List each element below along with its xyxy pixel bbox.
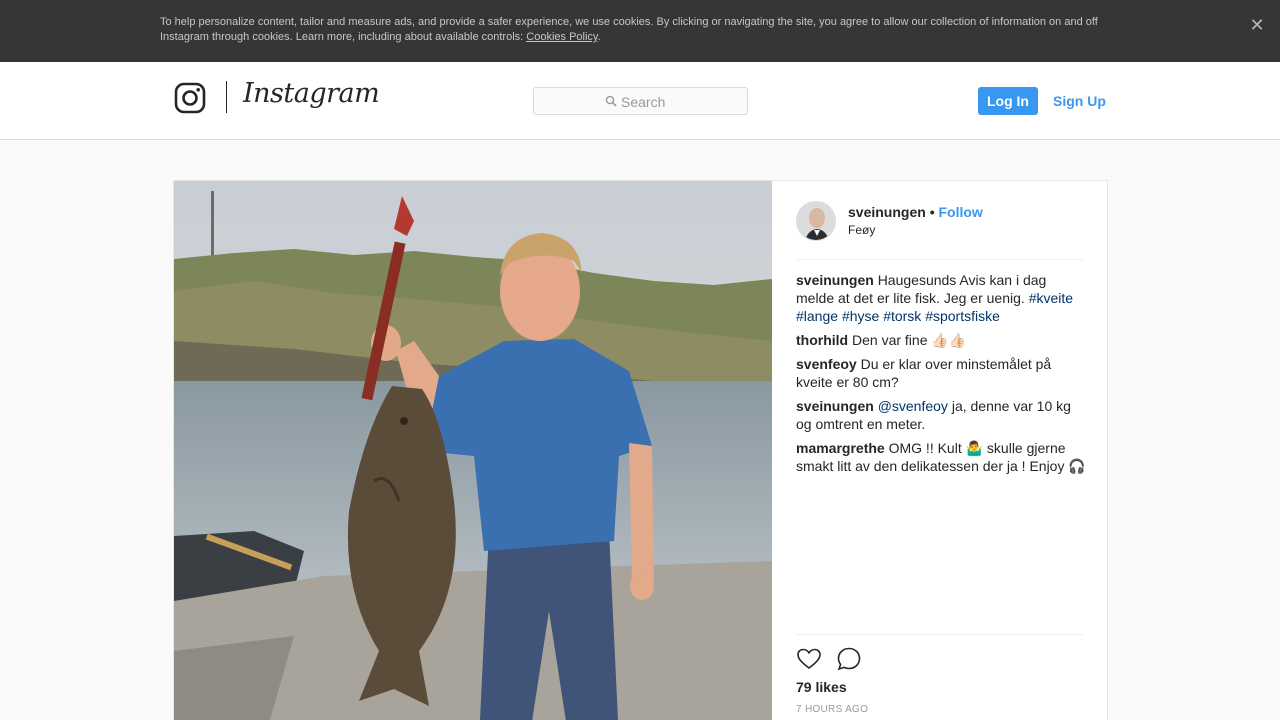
follow-button[interactable]: Follow [938,204,982,220]
likes-count[interactable]: 79 likes [796,679,847,695]
header-divider [796,259,1083,260]
post-timestamp[interactable]: 7 HOURS AGO [796,704,868,715]
signup-link[interactable]: Sign Up [1053,93,1106,109]
nav-divider [226,81,227,113]
search-placeholder: Search [621,94,666,110]
hashtag-link[interactable]: @svenfeoy [878,398,948,414]
avatar[interactable] [796,201,836,241]
cookies-policy-link[interactable]: Cookies Policy [526,31,597,43]
comment-icon[interactable] [835,645,863,673]
post-photo[interactable] [174,181,772,720]
instagram-wordmark[interactable]: Instagram [243,78,380,109]
post-photo-illustration [174,181,772,720]
hashtag-link[interactable]: #sportsfiske [925,308,1000,324]
comment-username[interactable]: mamargrethe [796,440,885,456]
login-button[interactable]: Log In [978,87,1038,115]
cookie-period: . [597,31,601,43]
avatar-image [797,202,835,240]
top-nav: Instagram Search Log In Sign Up [0,62,1280,140]
hashtag-link[interactable]: #kveite [1029,290,1073,306]
comment-item: sveinungen @svenfeoy ja, denne var 10 kg… [796,397,1086,433]
hashtag-link[interactable]: #hyse [842,308,879,324]
comment-text: Den var fine 👍🏻👍🏻 [852,332,967,348]
post-location[interactable]: Feøy [848,223,875,237]
close-icon[interactable]: ✕ [1248,16,1266,34]
cookie-text: To help personalize content, tailor and … [160,15,1120,45]
instagram-glyph-icon[interactable] [174,82,206,114]
cookie-message: To help personalize content, tailor and … [160,16,1098,43]
comment-username[interactable]: sveinungen [796,272,874,288]
comment-item: svenfeoy Du er klar over minstemålet på … [796,355,1086,391]
comment-list: sveinungen Haugesunds Avis kan i dag mel… [796,271,1086,481]
post-owner-line: sveinungen • Follow [848,204,983,220]
comment-username[interactable]: sveinungen [796,398,874,414]
comment-item: thorhild Den var fine 👍🏻👍🏻 [796,331,1086,349]
post-card: sveinungen • Follow Feøy sveinungen Haug… [173,180,1108,720]
separator-dot: • [929,204,935,220]
heart-icon[interactable] [795,645,823,673]
hashtag-link[interactable]: #lange [796,308,838,324]
comment-item: mamargrethe OMG !! Kult 🤷‍♂️ skulle gjer… [796,439,1086,475]
comment-username[interactable]: thorhild [796,332,848,348]
post-username[interactable]: sveinungen [848,204,926,220]
search-icon [605,95,617,107]
post-sidebar: sveinungen • Follow Feøy sveinungen Haug… [772,181,1107,720]
comment-username[interactable]: svenfeoy [796,356,857,372]
search-input[interactable]: Search [533,87,748,115]
actions-divider [796,634,1083,635]
comment-item: sveinungen Haugesunds Avis kan i dag mel… [796,271,1086,325]
hashtag-link[interactable]: #torsk [883,308,921,324]
cookie-banner: To help personalize content, tailor and … [0,0,1280,62]
